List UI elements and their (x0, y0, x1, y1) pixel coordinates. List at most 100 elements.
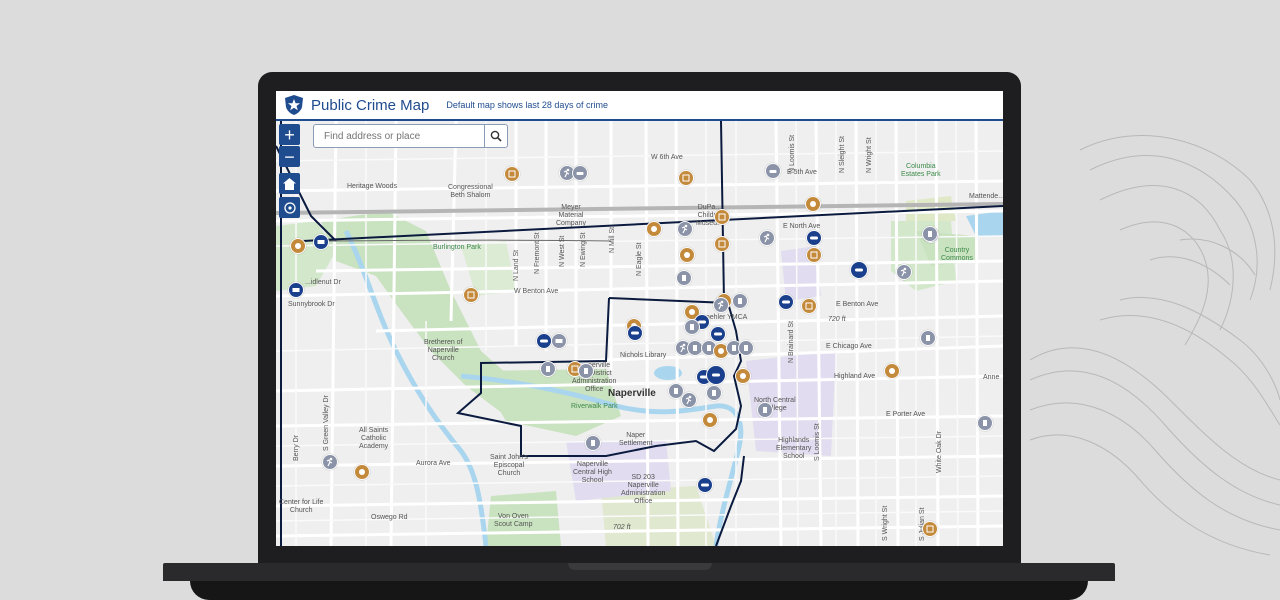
incident-pin-property[interactable] (540, 361, 556, 377)
zoom-out-button[interactable]: − (279, 146, 300, 167)
incident-pin-property[interactable] (801, 298, 817, 314)
app-header: Public Crime Map Default map shows last … (276, 91, 1003, 121)
incident-pin-theft[interactable] (896, 264, 912, 280)
incident-pin-vehicle[interactable] (572, 165, 588, 181)
elevation-720ft: 720 ft (828, 316, 846, 323)
incident-pin-fraud[interactable] (313, 234, 329, 250)
incident-pin-property[interactable] (922, 226, 938, 242)
fist-icon (740, 373, 746, 379)
street-label-idlenut: ...idlenut Dr (305, 279, 341, 286)
incident-pin-theft[interactable] (677, 221, 693, 237)
building-icon (508, 170, 516, 178)
incident-pin-burglary[interactable] (850, 261, 868, 279)
incident-pin-burglary[interactable] (806, 230, 822, 246)
fist-icon (359, 469, 365, 475)
incident-pin-property[interactable] (920, 330, 936, 346)
incident-pin-assault[interactable] (805, 196, 821, 212)
incident-pin-vehicle[interactable] (765, 163, 781, 179)
building-icon (983, 420, 987, 426)
incident-pin-property[interactable] (676, 270, 692, 286)
incident-pin-property[interactable] (714, 209, 730, 225)
incident-pin-assault[interactable] (354, 464, 370, 480)
incident-pin-theft[interactable] (759, 230, 775, 246)
person-running-icon (681, 224, 688, 234)
app-subtitle: Default map shows last 28 days of crime (446, 100, 608, 110)
map-label-naper-settlement: Naper Settlement (619, 432, 653, 447)
building-icon (926, 335, 930, 341)
incident-pin-theft[interactable] (322, 454, 338, 470)
locate-button[interactable] (279, 197, 300, 218)
street-label-e-porter: E Porter Ave (886, 411, 926, 418)
street-label-aurora: Aurora Ave (416, 460, 451, 467)
masked-bandit-icon (540, 339, 548, 343)
map-label-riverwalk: Riverwalk Park (571, 403, 618, 410)
incident-pin-property[interactable] (684, 319, 700, 335)
search-icon (490, 130, 502, 142)
street-label-sunnybrook: Sunnybrook Dr (288, 301, 335, 308)
laptop-base-shadow (190, 581, 1088, 600)
fist-icon (707, 417, 713, 423)
incident-pin-property[interactable] (585, 435, 601, 451)
person-running-icon (563, 168, 570, 178)
incident-pin-property[interactable] (463, 287, 479, 303)
street-label-n-west: N West St (559, 235, 566, 267)
incident-pin-property[interactable] (757, 402, 773, 418)
incident-pin-theft[interactable] (681, 392, 697, 408)
badge-star-logo (285, 95, 303, 115)
incident-pin-property[interactable] (922, 521, 938, 537)
incident-pin-burglary[interactable] (627, 325, 643, 341)
incident-pin-assault[interactable] (702, 412, 718, 428)
map-label-heritage-woods: Heritage Woods (347, 183, 398, 190)
street-label-n-loomis: N Loomis St (789, 134, 796, 173)
incident-pin-burglary[interactable] (536, 333, 552, 349)
incident-pin-assault[interactable] (679, 247, 695, 263)
map-view[interactable]: Heritage Woods Congressional Beth Shalom… (276, 121, 1003, 546)
masked-bandit-icon (701, 483, 709, 487)
home-button[interactable] (279, 173, 300, 194)
street-label-oswego: Oswego Rd (371, 514, 408, 521)
building-icon (928, 231, 932, 237)
incident-pin-assault[interactable] (646, 221, 662, 237)
incident-pin-burglary[interactable] (778, 294, 794, 310)
incident-pin-fraud[interactable] (551, 333, 567, 349)
incident-pin-theft[interactable] (713, 297, 729, 313)
incident-pin-burglary[interactable] (697, 477, 713, 493)
search-button[interactable] (484, 125, 507, 147)
incident-pin-property[interactable] (806, 247, 822, 263)
minus-icon: − (284, 146, 295, 167)
zoom-in-button[interactable]: + (279, 124, 300, 145)
fist-icon (295, 243, 301, 249)
incident-pin-property[interactable] (738, 340, 754, 356)
incident-pin-property[interactable] (714, 236, 730, 252)
fist-icon (889, 368, 895, 374)
street-label-n-sleight: N Sleight St (839, 136, 846, 173)
street-label-n-eagle: N Eagle St (636, 242, 643, 276)
fist-icon (684, 252, 690, 258)
incident-pin-property[interactable] (578, 363, 594, 379)
incident-pin-property[interactable] (977, 415, 993, 431)
street-label-berry: Berry Dr (293, 434, 300, 461)
person-running-icon (717, 300, 724, 310)
incident-pin-property[interactable] (678, 170, 694, 186)
incident-pin-assault[interactable] (735, 368, 751, 384)
map-label-nchs: Naperville Central High School (573, 461, 612, 484)
incident-pin-property[interactable] (732, 293, 748, 309)
incident-pin-assault[interactable] (290, 238, 306, 254)
fist-icon (810, 201, 816, 207)
masked-bandit-icon (855, 268, 863, 272)
incident-pin-property[interactable] (706, 385, 722, 401)
person-running-icon (326, 457, 333, 467)
masked-bandit-icon (714, 332, 722, 336)
incident-pin-assault[interactable] (884, 363, 900, 379)
building-icon (690, 324, 694, 330)
street-label-n-mill: N Mill St (609, 226, 616, 253)
search-box[interactable] (313, 124, 508, 148)
card-icon (292, 288, 300, 292)
car-icon (576, 172, 584, 175)
incident-pin-fraud[interactable] (288, 282, 304, 298)
laptop-notch (568, 563, 712, 570)
incident-pin-burglary-cluster[interactable] (706, 365, 726, 385)
incident-pin-property[interactable] (504, 166, 520, 182)
search-input[interactable] (322, 129, 486, 143)
incident-pin-burglary[interactable] (710, 326, 726, 342)
